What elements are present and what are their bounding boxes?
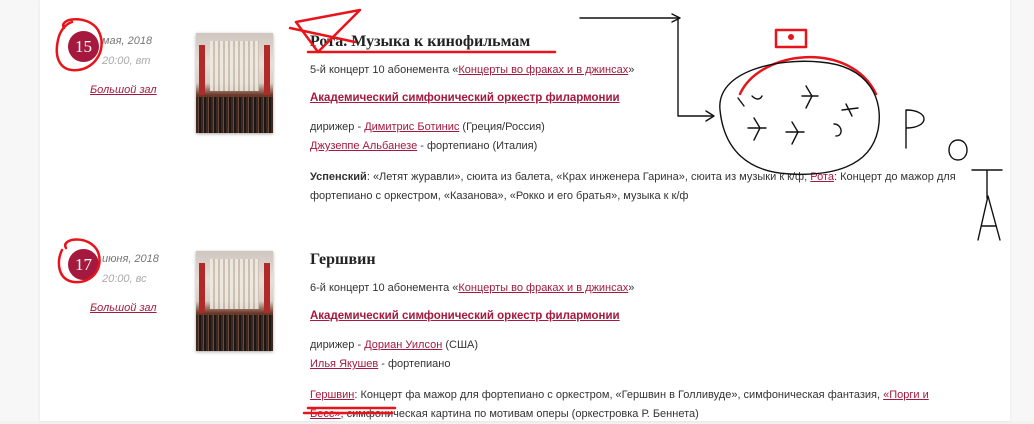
program-part: : Концерт фа мажор для фортепиано с орке… <box>354 389 884 401</box>
day-badge: 17 <box>68 249 99 280</box>
organ-image <box>210 259 259 309</box>
conductor-prefix: дирижер - <box>310 121 365 133</box>
column-image <box>199 263 205 313</box>
soloist-role: - фортепиано (Италия) <box>417 140 538 152</box>
soloist-role: - фортепиано <box>378 358 451 370</box>
conductor-line: дирижер - Дориан Уилсон (США) <box>310 339 478 351</box>
audience-image <box>196 315 273 351</box>
subscription-link[interactable]: Концерты во фраках и в джинсах <box>458 64 628 76</box>
soloist-link[interactable]: Илья Якушев <box>310 358 378 370</box>
event-title[interactable]: Рота. Музыка к кинофильмам <box>310 33 530 51</box>
event-thumbnail[interactable] <box>196 251 273 351</box>
composer-link[interactable]: Рота <box>810 171 834 183</box>
hall-link[interactable]: Большой зал <box>90 84 157 96</box>
program-part: , симфоническая картина по мотивам оперы… <box>340 408 699 420</box>
subscription-link[interactable]: Концерты во фраках и в джинсах <box>458 282 628 294</box>
composer-link[interactable]: Гершвин <box>310 389 354 401</box>
conductor-country: (США) <box>442 339 479 351</box>
program-part: : «Летят журавли», сюита из балета, «Кра… <box>366 171 811 183</box>
month-year: мая, 2018 <box>102 35 153 47</box>
conductor-line: дирижер - Димитрис Ботинис (Греция/Росси… <box>310 121 545 133</box>
program-text: Успенский: «Летят журавли», сюита из бал… <box>310 168 965 206</box>
event-thumbnail[interactable] <box>196 33 273 133</box>
conductor-prefix: дирижер - <box>310 339 365 351</box>
subscription-prefix: 5-й концерт 10 абонемента « <box>310 64 459 76</box>
page-background: 15 мая, 2018 20:00, вт Большой зал Рота.… <box>0 0 1034 421</box>
event-title[interactable]: Гершвин <box>310 251 376 269</box>
program-text: Гершвин: Концерт фа мажор для фортепиано… <box>310 386 965 424</box>
concert-list: 15 мая, 2018 20:00, вт Большой зал Рота.… <box>40 0 1010 421</box>
soloist-line: Илья Якушев - фортепиано <box>310 358 451 370</box>
audience-image <box>196 97 273 133</box>
month-year: июня, 2018 <box>102 253 159 265</box>
soloist-link[interactable]: Джузеппе Альбанезе <box>310 140 417 152</box>
time-weekday: 20:00, вт <box>102 55 151 67</box>
hall-link[interactable]: Большой зал <box>90 302 157 314</box>
column-image <box>264 45 270 95</box>
time-weekday: 20:00, вс <box>102 273 147 285</box>
soloist-line: Джузеппе Альбанезе - фортепиано (Италия) <box>310 140 537 152</box>
subscription-line: 5-й концерт 10 абонемента «Концерты во ф… <box>310 64 634 76</box>
orchestra-link[interactable]: Академический симфонический оркестр фила… <box>310 310 620 322</box>
column-image <box>264 263 270 313</box>
orchestra-link[interactable]: Академический симфонический оркестр фила… <box>310 92 620 104</box>
composer-name: Успенский <box>310 171 367 183</box>
subscription-prefix: 6-й концерт 10 абонемента « <box>310 282 459 294</box>
subscription-suffix: » <box>628 282 635 294</box>
day-badge: 15 <box>68 31 99 62</box>
column-image <box>199 45 205 95</box>
organ-image <box>210 41 259 91</box>
conductor-link[interactable]: Димитрис Ботинис <box>364 121 459 133</box>
conductor-country: (Греция/Россия) <box>459 121 545 133</box>
conductor-link[interactable]: Дориан Уилсон <box>364 339 442 351</box>
subscription-line: 6-й концерт 10 абонемента «Концерты во ф… <box>310 282 634 294</box>
subscription-suffix: » <box>628 64 635 76</box>
